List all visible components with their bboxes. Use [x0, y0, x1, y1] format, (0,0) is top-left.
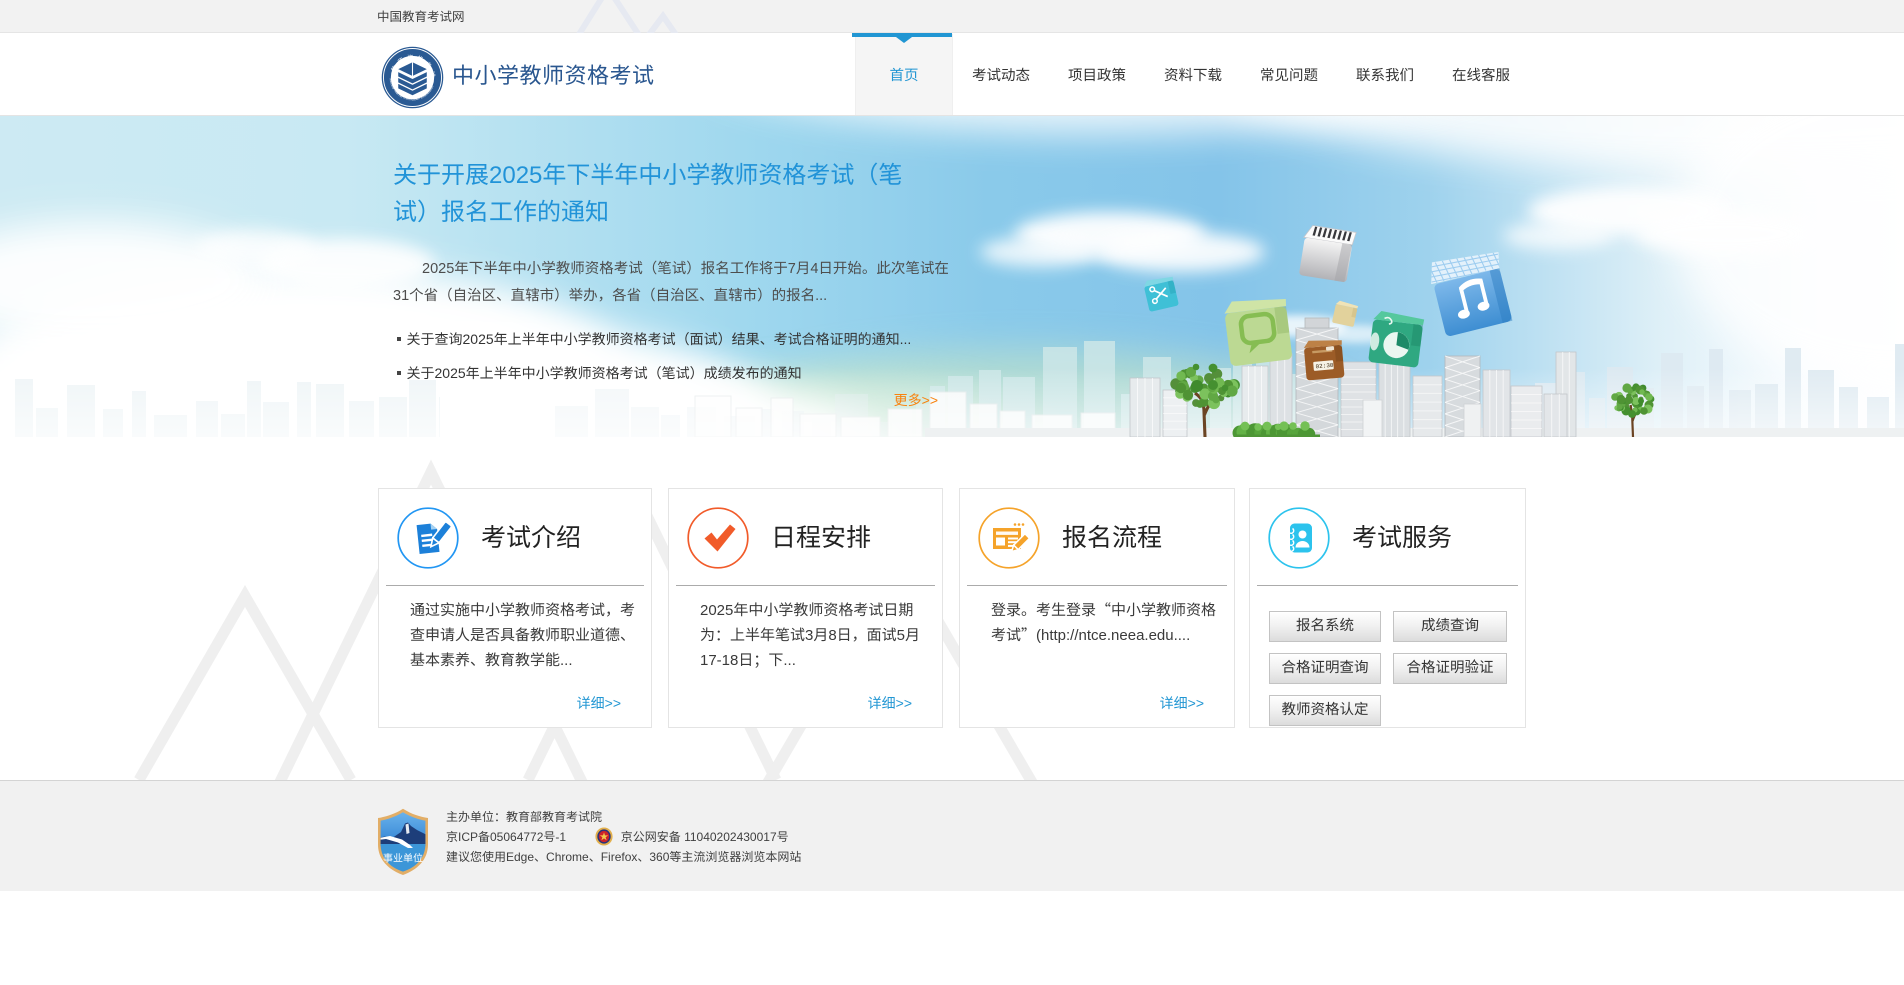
svg-text:事业单位: 事业单位 [383, 850, 423, 865]
